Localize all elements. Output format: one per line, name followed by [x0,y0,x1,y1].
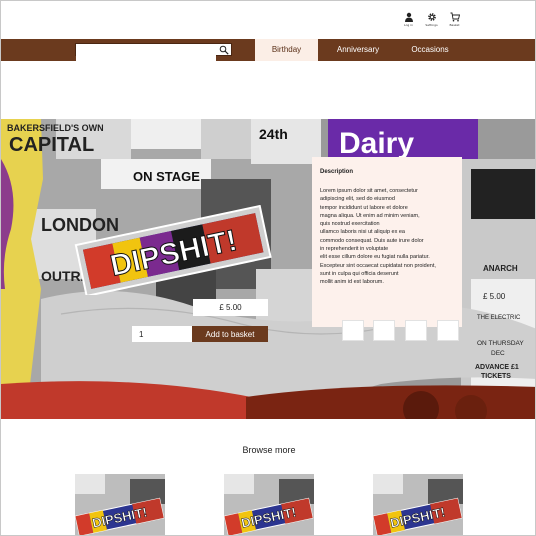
collage-text-2: CAPITAL [9,134,94,156]
dairy-text: Dairy [339,127,414,160]
account-icon [404,12,413,22]
quantity-input[interactable] [132,326,192,342]
browse-card-2[interactable]: DIPSHIT! [224,474,314,535]
description-title: Description [320,169,354,175]
collage-text-4: 24th [259,126,288,142]
description-line: adipiscing elit, sed do eiusmod [320,196,395,203]
search-box [75,43,232,61]
collage-text-1: BAKERSFIELD'S OWN [7,123,104,133]
basket-button[interactable]: Basket [448,12,461,27]
gear-icon [427,13,436,21]
nav-bar: Birthday Anniversary Occasions [1,39,535,61]
product-image: DIPSHIT! [74,205,272,295]
collage-text-3: ON STAGE [133,169,200,184]
search-icon[interactable] [219,45,229,55]
gallery-thumbnail-1[interactable] [342,320,364,341]
add-to-basket-button[interactable]: Add to basket [192,326,268,342]
collage-text-10: DEC [491,350,505,357]
browse-card-image: DIPSHIT! [224,474,314,535]
collage-text-6: ANARCH [483,264,518,273]
gallery-thumbnail-4[interactable] [437,320,459,341]
description-line: mollit anim id est laborum. [320,279,384,286]
description-line: quis nostrud exercitation [320,221,380,228]
basket-icon [450,12,460,22]
product-page: Log in Settings Basket Birthday Annivers… [0,0,536,536]
settings-label: Settings [425,23,438,27]
tab-occasions[interactable]: Occasions [403,39,457,61]
description-text: Lorem ipsum dolor sit amet, consectetur … [320,187,454,287]
search-input[interactable] [76,50,216,61]
description-line: elit esse cillum dolore eu fugiat nulla … [320,254,430,261]
description-line: sunt in culpa qui officia deserunt [320,270,399,277]
browse-card-image: DIPSHIT! [373,474,463,535]
price-label: £ 5.00 [193,299,268,316]
browse-card-image: DIPSHIT! [75,474,165,535]
tab-birthday[interactable]: Birthday [255,39,318,61]
collage-text-9: ON THURSDAY [477,340,524,347]
description-line: Excepteur sint occaecat cupidatat non pr… [320,262,436,269]
browse-card-1[interactable]: DIPSHIT! [75,474,165,535]
gallery-thumbnail-3[interactable] [405,320,427,341]
description-line: magna aliqua. Ut enim ad minim veniam, [320,212,420,219]
collage-text-12: TICKETS [481,373,511,380]
description-line: commodo consequat. Duis aute irure dolor [320,237,424,244]
settings-button[interactable]: Settings [425,12,438,27]
description-line: ullamco laboris nisi ut aliquip ex ea [320,229,405,236]
description-line: Lorem ipsum dolor sit amet, consectetur [320,188,418,194]
description-line: in reprehenderit in voluptate [320,246,389,253]
collage-text-11: ADVANCE £1 [475,364,519,371]
collage-text-8: THE ELECTRIC [477,315,521,321]
header-icons: Log in Settings Basket [402,12,461,27]
browse-more-heading: Browse more [242,445,296,455]
description-card: Description Lorem ipsum dolor sit amet, … [312,157,462,327]
tab-anniversary[interactable]: Anniversary [329,39,387,61]
collage-text-7: £ 5.00 [483,292,506,301]
basket-label: Basket [449,23,460,27]
description-line: tempor incididunt ut labore et dolore [320,204,408,211]
gallery-thumbnail-2[interactable] [373,320,395,341]
login-button[interactable]: Log in [402,12,415,27]
login-label: Log in [403,23,414,27]
browse-card-3[interactable]: DIPSHIT! [373,474,463,535]
